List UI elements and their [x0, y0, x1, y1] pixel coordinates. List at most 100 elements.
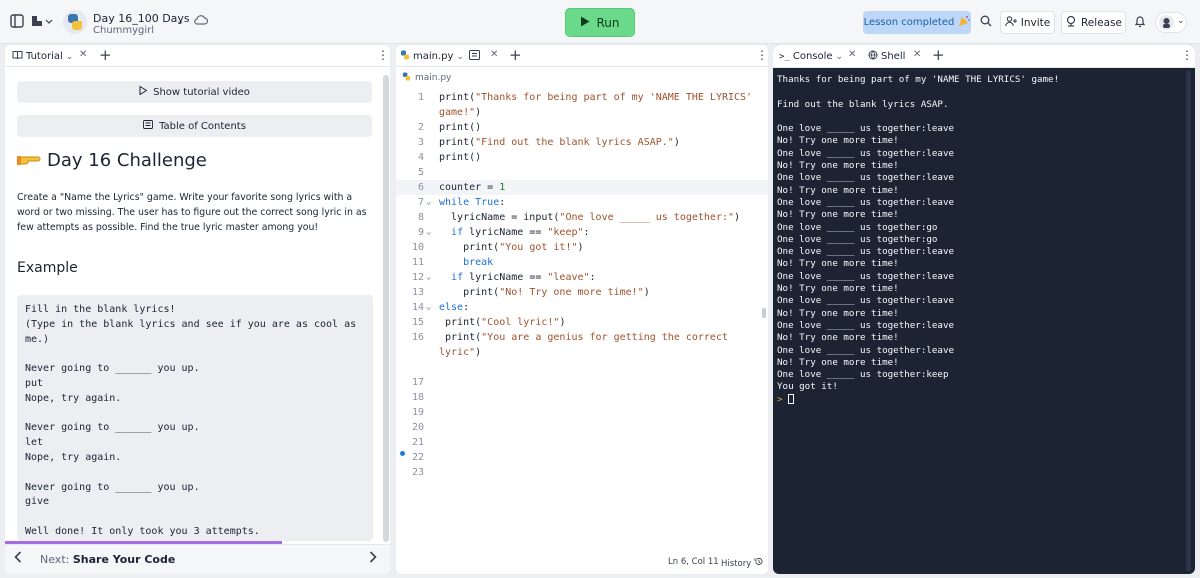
console-line: No! Try one more time! [777, 332, 899, 344]
more-options-icon[interactable]: ⋮ [1181, 48, 1193, 62]
code-line[interactable]: 16 print("You are a genius for getting t… [396, 330, 768, 345]
code-line[interactable]: 3 print("Find out the blank lyrics ASAP."… [396, 135, 768, 150]
python-file-icon [400, 50, 410, 63]
close-icon[interactable]: ✕ [913, 49, 921, 60]
console-prompt[interactable]: > [777, 394, 1185, 406]
tab-tutorial[interactable]: Tutorial ⌄ [12, 48, 73, 65]
tab-shell-label: Shell [881, 51, 906, 62]
avatar-menu[interactable]: ⌄ [1155, 12, 1187, 33]
split-view-icon[interactable] [469, 50, 480, 63]
code-text: else: [439, 302, 470, 313]
code-line[interactable] [396, 360, 768, 375]
table-of-contents-button[interactable]: Table of Contents [17, 115, 372, 137]
code-line[interactable]: 6 counter = 1 [396, 180, 768, 195]
fold-chevron-icon[interactable]: ⌄ [426, 195, 431, 210]
code-text: print("Cool lyric!") [439, 317, 566, 328]
repl-owner[interactable]: Chummygirl [93, 25, 154, 36]
code-line[interactable]: 1 print("Thanks for being part of my 'NAM… [396, 90, 768, 105]
code-line[interactable]: 4 print() [396, 150, 768, 165]
next-lesson-link[interactable]: Next: Share Your Code [40, 553, 175, 566]
example-text: Fill in the blank lyrics! (Type in the b… [25, 304, 357, 537]
fold-chevron-icon[interactable]: ⌄ [426, 270, 431, 285]
line-number: 16 [411, 332, 424, 343]
close-icon[interactable]: ✕ [848, 49, 856, 60]
line-number: 14 [411, 302, 424, 313]
invite-button[interactable]: Invite [1000, 11, 1055, 34]
console-pane: >_ Console ⌄ ✕ Shell ✕ + ⋮ Thanks for be… [773, 45, 1195, 574]
add-tab-icon[interactable]: + [932, 46, 945, 64]
console-line: Thanks for being part of my 'NAME THE LY… [777, 74, 1060, 85]
more-options-icon[interactable]: ⋮ [377, 48, 389, 62]
bell-icon[interactable] [1134, 15, 1146, 33]
line-number: 22 [411, 452, 424, 463]
code-line[interactable]: 14 ⌄ else: [396, 300, 768, 315]
code-line[interactable]: 21 [396, 435, 768, 450]
editor-scrollbar[interactable] [762, 308, 766, 318]
history-button[interactable]: History [721, 557, 763, 569]
tutorial-scrollbar[interactable] [383, 75, 389, 542]
code-line[interactable]: 2 print() [396, 120, 768, 135]
code-line[interactable]: 5 [396, 165, 768, 180]
code-text: if lyricName == "leave": [451, 272, 596, 283]
show-tutorial-video-button[interactable]: Show tutorial video [17, 81, 372, 103]
code-line[interactable]: lyric") [396, 345, 768, 360]
text-cursor [788, 394, 795, 405]
code-line[interactable]: 10 print("You got it!") [396, 240, 768, 255]
code-line[interactable]: 7 ⌄ while True: [396, 195, 768, 210]
line-number: 4 [417, 152, 424, 163]
tab-console[interactable]: >_ Console ⌄ [779, 48, 843, 65]
line-number: 10 [411, 242, 424, 253]
code-line[interactable]: 23 [396, 465, 768, 480]
page-title: Day 16 Challenge [17, 149, 207, 172]
code-line[interactable]: 11 break [396, 255, 768, 270]
chevron-left-icon[interactable] [14, 551, 22, 567]
chevron-right-icon[interactable] [369, 551, 377, 567]
close-icon[interactable]: ✕ [79, 49, 87, 60]
code-line[interactable]: 18 [396, 390, 768, 405]
cursor-position[interactable]: Ln 6, Col 11 [668, 557, 719, 567]
console-line: One love _____ us together:leave [777, 270, 955, 282]
python-file-icon [402, 72, 411, 84]
release-button[interactable]: Release [1061, 11, 1126, 34]
code-text: break [463, 257, 494, 268]
console-scrollbar[interactable] [1186, 71, 1191, 571]
code-line[interactable]: 17 [396, 375, 768, 390]
code-line[interactable]: 15 print("Cool lyric!") [396, 315, 768, 330]
tab-main-py[interactable]: main.py ⌄ [400, 48, 464, 65]
code-text: if lyricName == "keep": [451, 227, 590, 238]
console-output[interactable]: Thanks for being part of my 'NAME THE LY… [777, 74, 1185, 406]
code-text: print() [439, 122, 482, 133]
run-button[interactable]: Run [565, 8, 635, 37]
release-icon [1065, 15, 1077, 30]
fold-chevron-icon[interactable]: ⌄ [426, 300, 431, 315]
add-tab-icon[interactable]: + [99, 46, 112, 64]
chevron-down-icon[interactable]: ⌄ [176, 14, 184, 30]
code-line[interactable]: 8 lyricName = input("One love _____ us t… [396, 210, 768, 225]
more-options-icon[interactable]: ⋮ [756, 48, 768, 62]
line-number: 11 [411, 257, 424, 268]
code-line[interactable]: 19 [396, 405, 768, 420]
run-label: Run [596, 15, 620, 30]
close-icon[interactable]: ✕ [490, 49, 498, 60]
editor-pane: main.py ⌄ ✕ + ⋮ main.py 1 print("Thanks f… [396, 45, 768, 574]
workspace-menu-icon[interactable] [31, 14, 53, 33]
breadcrumb[interactable]: main.py [402, 72, 451, 84]
console-line: One love _____ us together:go [777, 221, 938, 233]
tab-shell[interactable]: Shell [868, 48, 905, 65]
code-line[interactable]: 20 [396, 420, 768, 435]
search-icon[interactable] [980, 15, 992, 32]
code-line[interactable]: 13 print("No! Try one more time!") [396, 285, 768, 300]
code-line[interactable]: 22 [396, 450, 768, 465]
line-number: 8 [417, 212, 424, 223]
code-line[interactable]: game!") [396, 105, 768, 120]
fold-chevron-icon[interactable]: ⌄ [426, 225, 431, 240]
code-line[interactable]: 12 ⌄ if lyricName == "leave": [396, 270, 768, 285]
code-line[interactable]: 9 ⌄ if lyricName == "keep": [396, 225, 768, 240]
add-tab-icon[interactable]: + [509, 46, 522, 64]
toc-label: Table of Contents [159, 120, 246, 132]
code-text: game!") [439, 107, 482, 118]
sidebar-toggle-icon[interactable] [10, 14, 24, 33]
console-line: One love _____ us together:leave [777, 319, 955, 331]
shell-icon [868, 50, 878, 63]
lesson-completed-badge[interactable]: Lesson completed [863, 11, 971, 34]
